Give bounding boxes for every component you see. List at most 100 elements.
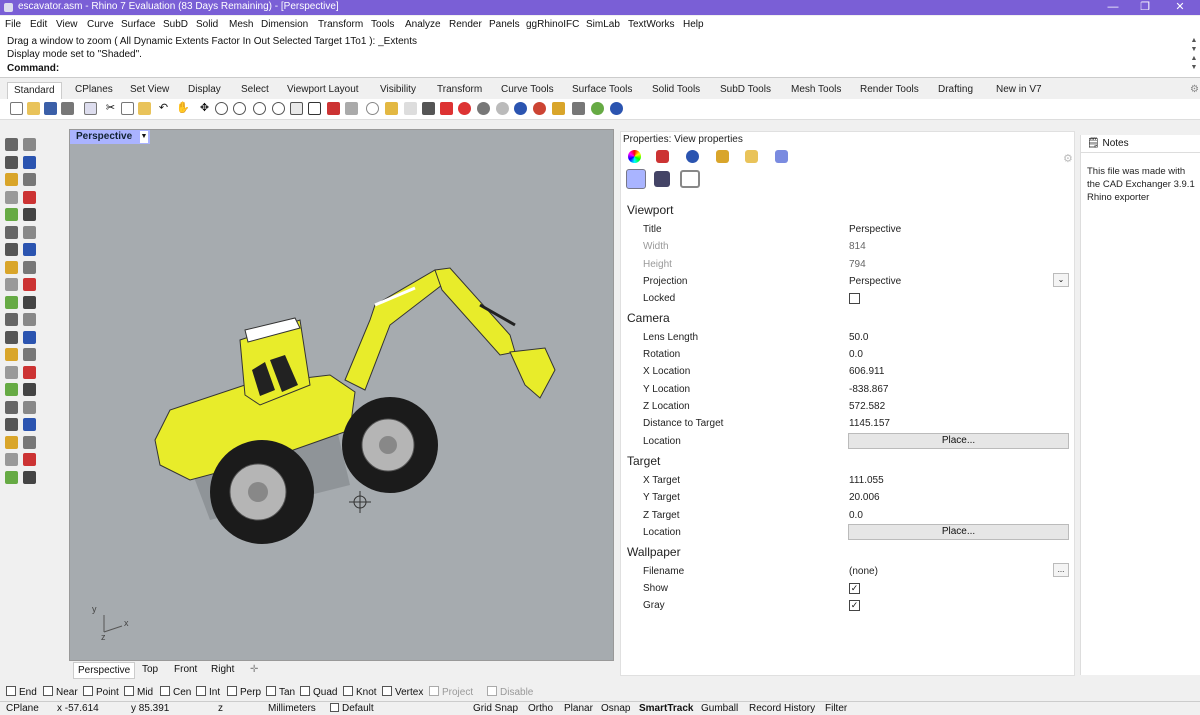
tool-button-icon[interactable] bbox=[23, 190, 36, 204]
rotate-view-icon[interactable]: ✥ bbox=[198, 102, 211, 115]
grid-snap-toggle[interactable]: Grid Snap bbox=[473, 703, 518, 714]
display-icon[interactable] bbox=[680, 170, 700, 188]
tool-button-icon[interactable] bbox=[23, 453, 36, 466]
viewport-icon[interactable] bbox=[290, 102, 303, 115]
tool-button-icon[interactable] bbox=[23, 330, 36, 344]
x-target-value[interactable]: 111.055 bbox=[849, 475, 884, 486]
tool-button-icon[interactable] bbox=[5, 400, 18, 414]
target-place-button[interactable]: Place... bbox=[848, 524, 1069, 540]
menu-render[interactable]: Render bbox=[449, 19, 482, 30]
gray-checkbox[interactable]: ✓ bbox=[849, 600, 860, 611]
title-value[interactable]: Perspective bbox=[849, 224, 901, 235]
cplane-indicator[interactable]: CPlane bbox=[6, 703, 39, 714]
osnap-near[interactable]: Near bbox=[43, 686, 78, 698]
osnap-mid[interactable]: Mid bbox=[124, 686, 153, 698]
menu-dimension[interactable]: Dimension bbox=[261, 19, 308, 30]
ortho-toggle[interactable]: Ortho bbox=[528, 703, 553, 714]
tool-button-icon[interactable] bbox=[23, 435, 36, 449]
tool-button-icon[interactable] bbox=[23, 243, 36, 256]
osnap-checkbox[interactable] bbox=[160, 686, 170, 696]
tool-button-icon[interactable] bbox=[23, 278, 36, 291]
color-icon[interactable] bbox=[458, 102, 471, 115]
new-file-icon[interactable] bbox=[10, 102, 23, 115]
excavator-model[interactable]: y x z bbox=[70, 130, 615, 662]
tool-button-icon[interactable] bbox=[23, 418, 36, 431]
osnap-toggle[interactable]: Osnap bbox=[601, 703, 630, 714]
light-icon[interactable] bbox=[404, 102, 417, 115]
save-icon[interactable] bbox=[44, 102, 57, 115]
tool-button-icon[interactable] bbox=[5, 155, 18, 169]
rotation-value[interactable]: 0.0 bbox=[849, 349, 863, 360]
select-all-icon[interactable] bbox=[345, 102, 358, 115]
menu-tools[interactable]: Tools bbox=[371, 19, 394, 30]
print-icon[interactable] bbox=[61, 102, 74, 115]
x-location-value[interactable]: 606.911 bbox=[849, 366, 884, 377]
tab-solid-tools[interactable]: Solid Tools bbox=[652, 82, 700, 99]
help-icon[interactable] bbox=[610, 102, 623, 115]
osnap-checkbox[interactable] bbox=[343, 686, 353, 696]
zoom-extents-icon[interactable] bbox=[253, 102, 266, 115]
tool-button-icon[interactable] bbox=[23, 365, 36, 379]
tool-button-icon[interactable] bbox=[23, 383, 36, 396]
tool-button-icon[interactable] bbox=[5, 190, 18, 204]
tool-button-icon[interactable] bbox=[23, 225, 36, 239]
add-viewport-icon[interactable]: ✛ bbox=[250, 664, 258, 675]
shaded-icon[interactable] bbox=[496, 102, 509, 115]
tool-button-icon[interactable] bbox=[5, 470, 18, 484]
tool-button-icon[interactable] bbox=[5, 418, 18, 431]
locked-checkbox[interactable] bbox=[849, 293, 860, 304]
menu-textworks[interactable]: TextWorks bbox=[628, 19, 675, 30]
menu-view[interactable]: View bbox=[56, 19, 78, 30]
tab-surface-tools[interactable]: Surface Tools bbox=[572, 82, 632, 99]
lock-icon[interactable] bbox=[422, 102, 435, 115]
tool-button-icon[interactable] bbox=[5, 138, 18, 151]
tab-visibility[interactable]: Visibility bbox=[380, 82, 416, 99]
tool-button-icon[interactable] bbox=[5, 330, 18, 344]
z-target-value[interactable]: 0.0 bbox=[849, 510, 863, 521]
close-button[interactable]: ✕ bbox=[1165, 0, 1195, 15]
osnap-checkbox[interactable] bbox=[487, 686, 497, 696]
notes-text[interactable]: This file was made with the CAD Exchange… bbox=[1087, 165, 1199, 204]
tool-button-icon[interactable] bbox=[5, 435, 18, 449]
tab-transform[interactable]: Transform bbox=[437, 82, 482, 99]
object-color-icon[interactable] bbox=[628, 150, 641, 163]
y-target-value[interactable]: 20.006 bbox=[849, 492, 880, 503]
gear-icon[interactable]: ⚙ bbox=[1190, 84, 1199, 95]
osnap-checkbox[interactable] bbox=[196, 686, 206, 696]
tool-button-icon[interactable] bbox=[5, 225, 18, 239]
cut-icon[interactable]: ✂ bbox=[104, 102, 117, 115]
osnap-checkbox[interactable] bbox=[83, 686, 93, 696]
command-scroll-arrows[interactable]: ▲ ▼ ▲ ▼ bbox=[1190, 36, 1198, 76]
tool-button-icon[interactable] bbox=[23, 138, 36, 151]
menu-surface[interactable]: Surface bbox=[121, 19, 155, 30]
camera-place-button[interactable]: Place... bbox=[848, 433, 1069, 449]
menu-simlab[interactable]: SimLab bbox=[586, 19, 620, 30]
import-icon[interactable] bbox=[84, 102, 97, 115]
tool-button-icon[interactable] bbox=[5, 313, 18, 326]
planar-toggle[interactable]: Planar bbox=[564, 703, 593, 714]
browse-button[interactable]: ... bbox=[1053, 563, 1069, 577]
material-icon[interactable] bbox=[477, 102, 490, 115]
osnap-perp[interactable]: Perp bbox=[227, 686, 261, 698]
tab-perspective[interactable]: Perspective bbox=[73, 662, 136, 679]
tool-button-icon[interactable] bbox=[23, 470, 36, 484]
osnap-vertex[interactable]: Vertex bbox=[382, 686, 423, 698]
zoom-window-icon[interactable] bbox=[233, 102, 246, 115]
pan-icon[interactable]: ✋ bbox=[176, 102, 190, 115]
osnap-tan[interactable]: Tan bbox=[266, 686, 295, 698]
undo-icon[interactable]: ↶ bbox=[157, 102, 170, 115]
osnap-knot[interactable]: Knot bbox=[343, 686, 377, 698]
osnap-checkbox[interactable] bbox=[382, 686, 392, 696]
tool-button-icon[interactable] bbox=[5, 278, 18, 291]
tab-select[interactable]: Select bbox=[241, 82, 269, 99]
tool-button-icon[interactable] bbox=[23, 173, 36, 186]
hide-icon[interactable] bbox=[366, 102, 379, 115]
record-history-toggle[interactable]: Record History bbox=[749, 703, 815, 714]
tool-button-icon[interactable] bbox=[23, 208, 36, 221]
tool-button-icon[interactable] bbox=[5, 383, 18, 396]
tool-button-icon[interactable] bbox=[5, 348, 18, 361]
menu-solid[interactable]: Solid bbox=[196, 19, 218, 30]
tab-set-view[interactable]: Set View bbox=[130, 82, 169, 99]
filter-toggle[interactable]: Filter bbox=[825, 703, 847, 714]
osnap-quad[interactable]: Quad bbox=[300, 686, 337, 698]
